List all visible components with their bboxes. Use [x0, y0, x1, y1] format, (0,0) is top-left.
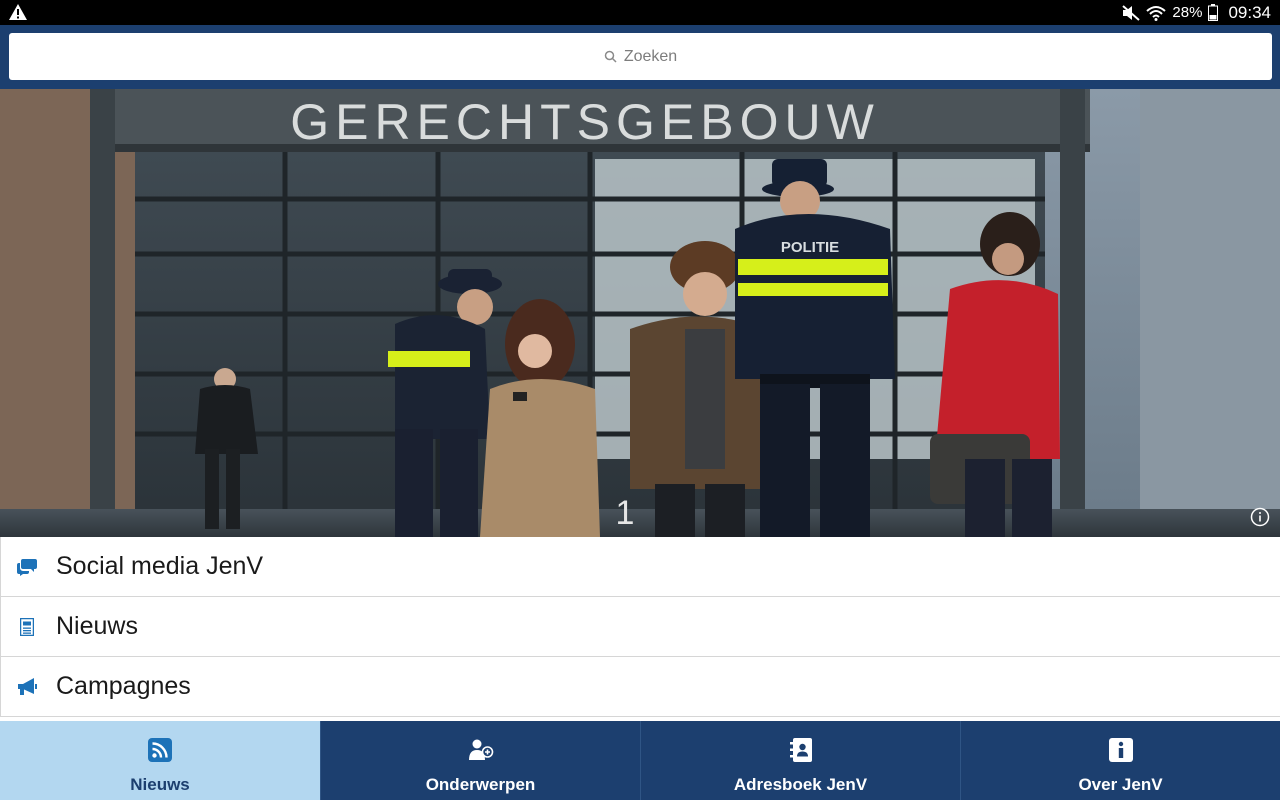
tab-label: Over JenV [1078, 775, 1163, 794]
menu-item-social-media[interactable]: Social media JenV [1, 537, 1280, 597]
chat-bubbles-icon [17, 557, 37, 577]
menu-item-label: Nieuws [56, 612, 138, 640]
tab-onderwerpen[interactable]: Onderwerpen [320, 721, 640, 800]
menu-item-nieuws[interactable]: Nieuws [1, 597, 1280, 657]
tab-adresboek[interactable]: Adresboek JenV [640, 721, 960, 800]
search-input[interactable]: Zoeken [9, 33, 1272, 80]
battery-icon [1208, 4, 1219, 21]
newspaper-icon [17, 617, 37, 637]
rss-icon [147, 737, 173, 763]
vest-text: POLITIE [781, 239, 839, 256]
battery-percent: 28% [1172, 4, 1203, 21]
tab-label: Nieuws [130, 775, 190, 794]
menu-item-label: Social media JenV [56, 552, 264, 580]
bottom-nav: Nieuws Onderwerpen Adresboek JenV Over J… [0, 721, 1280, 800]
people-topics-icon [468, 737, 494, 763]
door-number: 1 [616, 494, 635, 532]
info-icon [1108, 737, 1134, 763]
address-book-icon [788, 737, 814, 763]
hero-illustration: GERECHTSGEBOUW 1 POLITIE [0, 89, 1280, 537]
menu-list: Social media JenV Nieuws Campagnes [0, 537, 1280, 717]
menu-item-label: Campagnes [56, 672, 191, 700]
search-header: Zoeken [0, 25, 1280, 89]
hero-image: GERECHTSGEBOUW 1 POLITIE [0, 89, 1280, 537]
warning-icon [9, 4, 27, 20]
status-bar: 28% 09:34 [0, 0, 1280, 25]
tab-nieuws[interactable]: Nieuws [0, 721, 320, 800]
search-icon [604, 50, 617, 63]
megaphone-icon [17, 677, 37, 697]
status-icons: 28% 09:34 [1122, 0, 1271, 25]
menu-item-campagnes[interactable]: Campagnes [1, 657, 1280, 717]
image-info-icon[interactable] [1250, 507, 1270, 527]
tab-label: Adresboek JenV [733, 775, 868, 794]
search-placeholder: Zoeken [623, 47, 678, 65]
tab-label: Onderwerpen [425, 775, 536, 794]
tab-over-jenv[interactable]: Over JenV [960, 721, 1280, 800]
clock: 09:34 [1228, 2, 1271, 22]
wifi-icon [1146, 5, 1167, 21]
building-sign: GERECHTSGEBOUW [290, 94, 880, 150]
mute-icon [1122, 4, 1141, 21]
